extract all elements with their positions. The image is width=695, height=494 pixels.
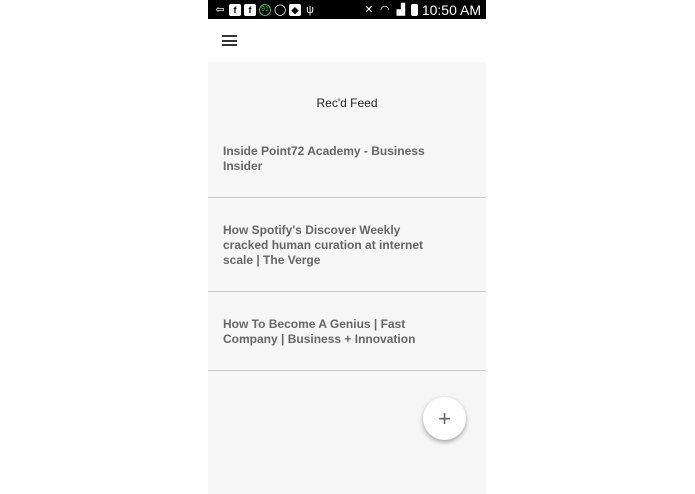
- phone-screen: ⇦ f f 91 ◯ ◆ ψ ✕ ◠ ▟ 10:50 AM Rec'd Feed…: [208, 0, 486, 494]
- signal-icon: ▟: [396, 3, 406, 16]
- feed-item-title: How Spotify's Discover Weekly cracked hu…: [223, 223, 424, 267]
- shield-icon: ◆: [289, 3, 301, 16]
- ring-91-icon: 91: [259, 3, 271, 16]
- feed-item[interactable]: Inside Point72 Academy - Business Inside…: [208, 130, 486, 198]
- plus-icon: +: [438, 405, 451, 431]
- status-time: 10:50 AM: [421, 1, 481, 18]
- status-bar: ⇦ f f 91 ◯ ◆ ψ ✕ ◠ ▟ 10:50 AM: [208, 0, 486, 19]
- system-icons: ✕ ◠ ▟ 10:50 AM: [363, 2, 486, 18]
- feed-item-title: How To Become A Genius | Fast Company | …: [223, 317, 416, 346]
- back-arrow-icon: ⇦: [215, 3, 225, 16]
- feed-item[interactable]: How Spotify's Discover Weekly cracked hu…: [208, 198, 486, 292]
- wifi-icon: ◠: [380, 3, 390, 16]
- feed-title: Rec'd Feed: [316, 96, 378, 110]
- add-button[interactable]: +: [423, 397, 466, 440]
- whatsapp-icon: ◯: [274, 3, 287, 16]
- battery-icon: [410, 3, 418, 16]
- feed-item[interactable]: How To Become A Genius | Fast Company | …: [208, 292, 486, 371]
- feed-item-title: Inside Point72 Academy - Business Inside…: [223, 144, 425, 173]
- mute-icon: ✕: [364, 3, 374, 16]
- notification-icons: ⇦ f f 91 ◯ ◆ ψ: [208, 3, 316, 16]
- hamburger-menu-icon[interactable]: [222, 35, 237, 46]
- usb-icon: ψ: [306, 3, 314, 16]
- facebook-icon: f: [229, 3, 241, 16]
- facebook-icon: f: [244, 3, 256, 16]
- app-toolbar: [208, 19, 486, 62]
